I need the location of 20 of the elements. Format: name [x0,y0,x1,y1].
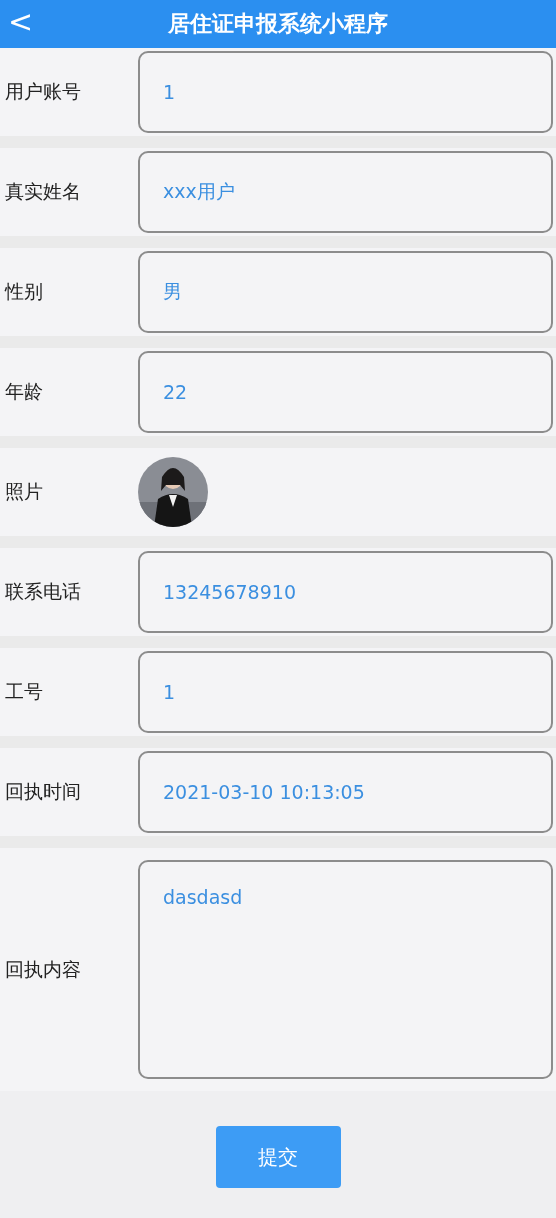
field-label: 年龄 [5,379,44,404]
input-field[interactable]: 2021-03-10 10:13:05 [138,751,553,833]
field-label: 用户账号 [5,79,82,104]
field-label: 回执时间 [5,779,82,804]
field-label: 性别 [5,279,44,304]
back-button[interactable]: < [8,4,34,39]
input-field[interactable]: 13245678910 [138,551,553,633]
input-field[interactable]: xxx用户 [138,151,553,233]
input-field[interactable]: 男 [138,251,553,333]
field-label: 照片 [5,479,44,504]
input-field[interactable]: 1 [138,651,553,733]
input-field[interactable]: 1 [138,51,553,133]
field-label: 真实姓名 [5,179,82,204]
field-label: 回执内容 [5,956,82,982]
text-area[interactable]: dasdasd [138,860,553,1079]
submit-button[interactable]: 提交 [215,1126,341,1188]
page-title: 居住证申报系统小程序 [168,9,388,38]
field-label: 工号 [5,679,44,704]
input-field[interactable]: 22 [138,351,553,433]
field-label: 联系电话 [5,579,82,604]
